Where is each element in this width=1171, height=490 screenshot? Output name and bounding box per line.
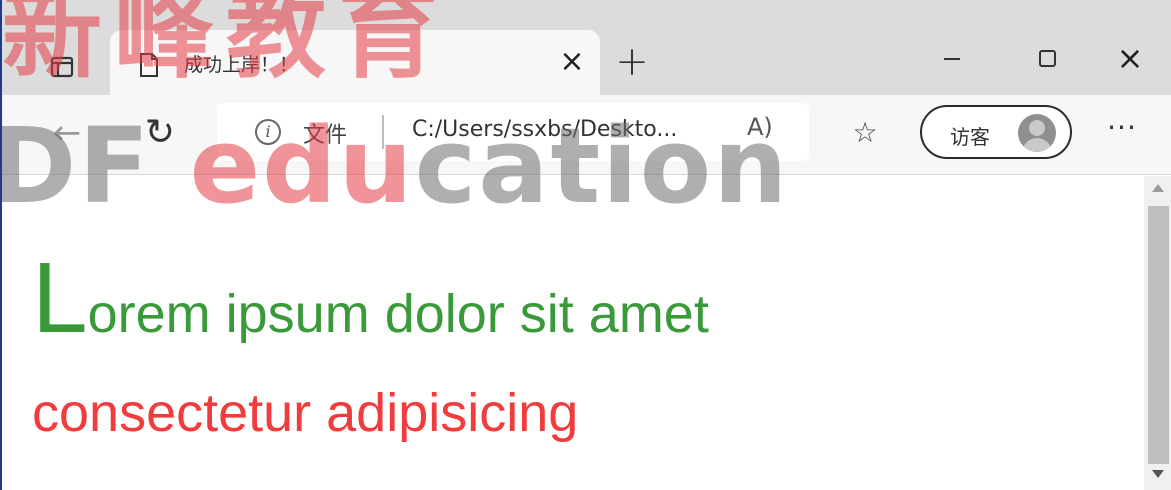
active-tab[interactable]: 成功上岸！！ ×	[110, 30, 600, 95]
guest-label: 访客	[950, 125, 990, 149]
page-icon	[140, 53, 158, 77]
browser-toolbar: ← ↻ i 文件 C:/Users/ssxbs/Deskto... A) ☆ 访…	[2, 95, 1171, 175]
url-text[interactable]: C:/Users/ssxbs/Deskto...	[412, 117, 677, 142]
tab-title: 成功上岸！！	[184, 54, 299, 76]
minimize-button[interactable]	[932, 42, 972, 76]
refresh-icon[interactable]: ↻	[140, 113, 180, 153]
new-tab-button[interactable]: +	[612, 42, 652, 84]
read-aloud-icon[interactable]: A)	[747, 113, 773, 141]
line-1-text: orem ipsum dolor sit amet	[87, 284, 709, 344]
info-icon[interactable]: i	[255, 119, 281, 145]
paragraph-line-1: Lorem ipsum dolor sit amet	[32, 248, 709, 348]
avatar-icon	[1018, 114, 1056, 152]
avatar-head	[1029, 120, 1045, 136]
browser-window: 成功上岸！！ × + × ← ↻ i 文件 C:/Users/ssxbs/Des…	[0, 0, 1171, 490]
avatar-body	[1022, 138, 1052, 152]
address-separator	[382, 115, 384, 149]
guest-profile-button[interactable]: 访客	[920, 105, 1072, 159]
maximize-button[interactable]	[1027, 42, 1067, 76]
tab-strip: 成功上岸！！ × + ×	[2, 0, 1171, 95]
vertical-scrollbar[interactable]	[1144, 176, 1171, 490]
page-content: Lorem ipsum dolor sit amet consectetur a…	[2, 176, 1144, 490]
scroll-thumb[interactable]	[1148, 206, 1169, 464]
file-scheme-label: 文件	[303, 123, 348, 148]
window-close-icon[interactable]: ×	[1110, 40, 1150, 78]
paragraph-line-2: consectetur adipisicing	[32, 383, 579, 443]
back-arrow-icon[interactable]: ←	[47, 113, 87, 153]
scroll-down-arrow-icon[interactable]	[1152, 470, 1164, 478]
tab-close-icon[interactable]: ×	[554, 44, 590, 80]
tab-actions-button[interactable]	[42, 50, 82, 84]
favorites-icon[interactable]: ☆	[847, 115, 883, 151]
maximize-icon	[1039, 50, 1056, 67]
minimize-icon	[944, 58, 960, 60]
tab-actions-icon	[50, 56, 74, 78]
drop-cap-letter: L	[32, 242, 88, 354]
address-bar[interactable]: i 文件 C:/Users/ssxbs/Deskto... A)	[217, 103, 809, 161]
scroll-up-arrow-icon[interactable]	[1152, 184, 1164, 192]
more-options-icon[interactable]: ···	[1102, 113, 1142, 153]
